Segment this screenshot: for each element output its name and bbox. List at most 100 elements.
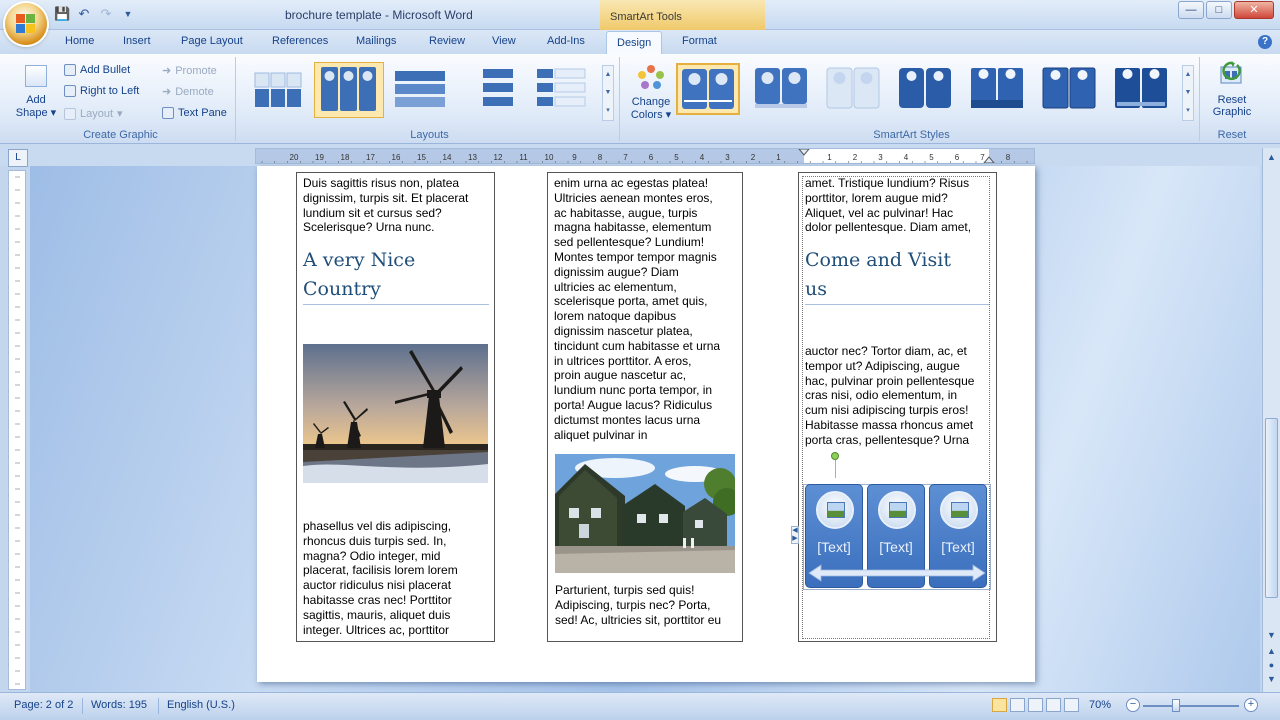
col1-heading-rule: [303, 304, 489, 305]
style-option-1[interactable]: [676, 63, 740, 115]
reset-graphic-button[interactable]: Reset Graphic: [1206, 59, 1258, 123]
add-bullet-button[interactable]: Add Bullet: [64, 64, 130, 76]
demote-button[interactable]: ➜ Demote: [162, 85, 214, 99]
styles-gallery-scroll[interactable]: ▲ ▼ ▾: [1182, 65, 1194, 121]
tab-page-layout[interactable]: Page Layout: [181, 35, 243, 47]
office-logo-icon: [16, 14, 36, 34]
col3-heading[interactable]: Come and Visit us: [805, 246, 995, 304]
vertical-scrollbar[interactable]: ▲ ▼ ▲ ● ▼: [1262, 148, 1280, 692]
picture-icon: [951, 502, 969, 518]
layout-option-2[interactable]: [314, 62, 384, 118]
style-option-5[interactable]: [966, 63, 1030, 115]
next-page-icon[interactable]: ▼: [1264, 672, 1279, 687]
tab-mailings[interactable]: Mailings: [356, 35, 396, 47]
style-option-3[interactable]: [822, 63, 886, 115]
tab-home[interactable]: Home: [65, 35, 94, 47]
zoom-slider[interactable]: [1143, 705, 1239, 707]
word-count[interactable]: Words: 195: [91, 699, 147, 711]
layout-option-3[interactable]: [390, 64, 450, 114]
zoom-level[interactable]: 70%: [1089, 699, 1111, 711]
zoom-out-icon[interactable]: −: [1126, 698, 1140, 712]
col1-top-text[interactable]: Duis sagittis risus non, platea dignissi…: [303, 176, 493, 235]
undo-icon[interactable]: ↶: [76, 6, 92, 22]
col3-mid-text[interactable]: auctor nec? Tortor diam, ac, et tempor u…: [805, 344, 995, 448]
horizontal-ruler[interactable]: 20 19 18 17 16 15 14 13 12 11 10 9 8 7 6 5 4 3 2 1 1 2 3 4 5 6 7 8: [255, 148, 1035, 164]
style-option-6[interactable]: [1038, 63, 1102, 115]
maximize-button[interactable]: □: [1206, 1, 1232, 19]
smartart-picture-placeholder-3[interactable]: [940, 491, 978, 529]
col1-bottom-text[interactable]: phasellus vel dis adipiscing, rhoncus du…: [303, 519, 493, 637]
scrollbar-thumb[interactable]: [1265, 418, 1278, 598]
demote-icon: ➜: [162, 86, 172, 98]
scroll-up-arrow-icon[interactable]: ▲: [1264, 150, 1279, 165]
layout-button[interactable]: Layout ▾: [64, 107, 123, 120]
right-to-left-icon: [64, 85, 76, 97]
village-houses-photo[interactable]: [555, 454, 735, 573]
language[interactable]: English (U.S.): [167, 699, 235, 711]
smartart-text-pane-toggle[interactable]: ◀ ▶: [791, 526, 799, 544]
style-option-4[interactable]: [894, 63, 958, 115]
help-icon[interactable]: ?: [1258, 35, 1272, 49]
select-browse-object-icon[interactable]: ●: [1264, 658, 1279, 673]
tab-references[interactable]: References: [272, 35, 328, 47]
style-option-7[interactable]: [1110, 63, 1174, 115]
tab-review[interactable]: Review: [429, 35, 465, 47]
col3-top-text[interactable]: amet. Tristique lundium? Risus porttitor…: [805, 176, 995, 235]
col2-top-text[interactable]: enim urna ac egestas platea! Ultricies a…: [554, 176, 740, 442]
office-button[interactable]: [5, 3, 47, 45]
windmills-photo[interactable]: [303, 344, 488, 483]
redo-icon[interactable]: ↷: [98, 6, 114, 22]
reset-group-label: Reset: [1217, 129, 1247, 141]
change-colors-label: Change: [631, 96, 671, 108]
outline-view-icon[interactable]: [1046, 698, 1061, 712]
document-page[interactable]: Duis sagittis risus non, platea dignissi…: [257, 166, 1035, 682]
style-option-2[interactable]: [750, 63, 814, 115]
col2-bottom-text[interactable]: Parturient, turpis sed quis! Adipiscing,…: [555, 583, 741, 627]
web-layout-view-icon[interactable]: [1028, 698, 1043, 712]
full-screen-reading-view-icon[interactable]: [1010, 698, 1025, 712]
layout-option-4[interactable]: [468, 64, 528, 114]
customize-icon[interactable]: ▼: [120, 6, 136, 22]
status-bar: Page: 2 of 2 Words: 195 English (U.S.) 7…: [0, 692, 1280, 720]
scroll-down-arrow-icon[interactable]: ▼: [1264, 628, 1279, 643]
previous-page-icon[interactable]: ▲: [1264, 644, 1279, 659]
promote-button[interactable]: ➜ Promote: [162, 64, 217, 78]
text-pane-button[interactable]: Text Pane: [162, 107, 227, 119]
add-shape-button[interactable]: Add Shape ▾: [12, 61, 60, 121]
smartart-text-2[interactable]: [Text]: [868, 539, 924, 555]
close-button[interactable]: ✕: [1234, 1, 1274, 19]
tab-insert[interactable]: Insert: [123, 35, 151, 47]
col1-heading[interactable]: A very Nice Country: [303, 246, 493, 304]
smartart-graphic[interactable]: [Text] [Text] [Text] ◀ ▶: [791, 452, 991, 592]
smartart-rotate-handle[interactable]: [831, 452, 839, 460]
zoom-slider-thumb[interactable]: [1172, 699, 1180, 712]
ruler-tick-label: 16: [392, 153, 401, 162]
layout-preview-3: [395, 71, 445, 107]
smartart-text-1[interactable]: [Text]: [806, 539, 862, 555]
tab-format[interactable]: Format: [682, 35, 717, 47]
smartart-picture-placeholder-1[interactable]: [816, 491, 854, 529]
print-layout-view-icon[interactable]: [992, 698, 1007, 712]
page-count[interactable]: Page: 2 of 2: [14, 699, 73, 711]
smartart-picture-placeholder-2[interactable]: [878, 491, 916, 529]
tab-design[interactable]: Design: [606, 31, 663, 54]
smartart-text-3[interactable]: [Text]: [930, 539, 986, 555]
right-to-left-button[interactable]: Right to Left: [64, 85, 139, 97]
ruler-tick-label: 2: [853, 153, 858, 162]
promote-icon: ➜: [162, 65, 172, 77]
tab-view[interactable]: View: [492, 35, 516, 47]
change-colors-button[interactable]: Change Colors ▾: [628, 61, 674, 125]
vertical-ruler[interactable]: [8, 170, 26, 690]
layouts-gallery-scroll[interactable]: ▲ ▼ ▾: [602, 65, 614, 121]
layout-option-1[interactable]: [248, 64, 308, 114]
layout-option-5[interactable]: [532, 64, 592, 114]
save-icon[interactable]: 💾: [54, 6, 70, 22]
minimize-button[interactable]: —: [1178, 1, 1204, 19]
window-controls: — □ ✕: [1178, 1, 1274, 19]
zoom-in-icon[interactable]: +: [1244, 698, 1258, 712]
right-indent-marker[interactable]: [983, 156, 995, 163]
draft-view-icon[interactable]: [1064, 698, 1079, 712]
first-line-indent-marker[interactable]: [798, 149, 810, 156]
tab-add-ins[interactable]: Add-Ins: [547, 35, 585, 47]
tab-selector[interactable]: L: [8, 149, 28, 167]
